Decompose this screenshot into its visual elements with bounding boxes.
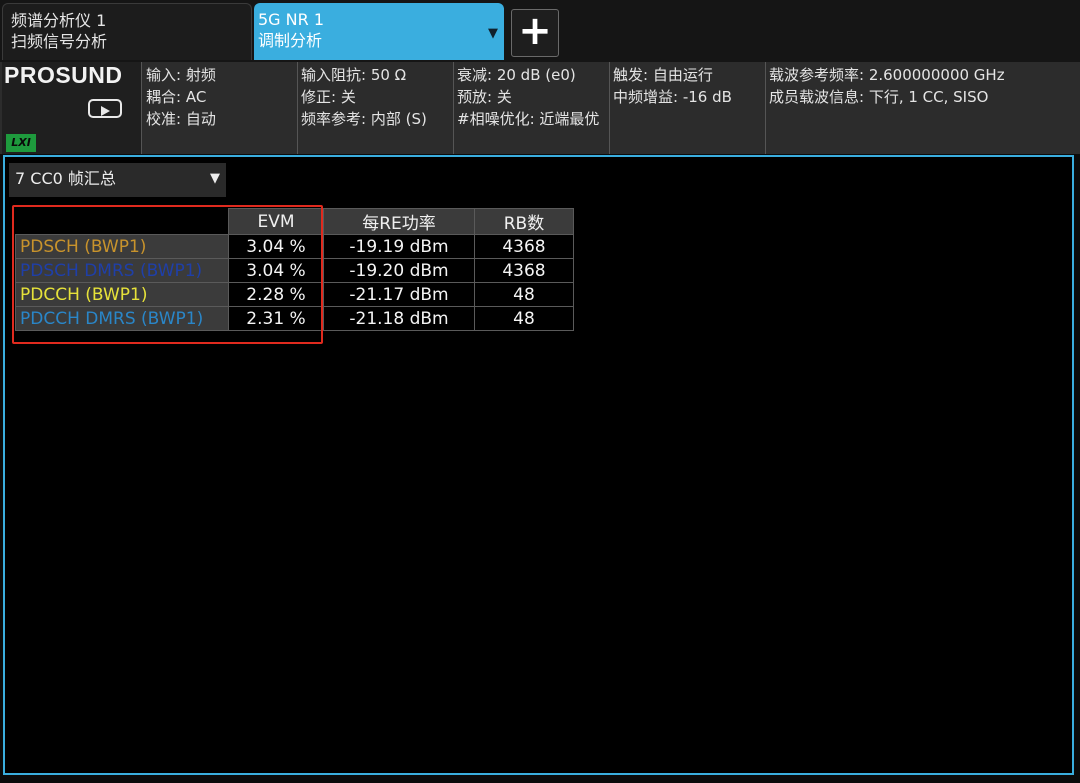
settings-panel: PROSUND LXI 输入: 射频 耦合: AC 校准: 自动 输入阻抗: 5…	[0, 62, 1080, 154]
table-row[interactable]: PDSCH DMRS (BWP1) 3.04 % -19.20 dBm 4368	[15, 258, 574, 283]
header-rb-count: RB数	[474, 208, 574, 235]
rb-count-cell: 48	[474, 306, 574, 331]
table-header-row: EVM 每RE功率 RB数	[15, 208, 574, 235]
setting-coupling: 耦合: AC	[146, 88, 207, 106]
evm-cell: 2.31 %	[228, 306, 324, 331]
setting-calibration: 校准: 自动	[146, 110, 216, 128]
setting-freq-ref: 频率参考: 内部 (S)	[301, 110, 427, 128]
tab-title: 5G NR 1	[258, 10, 325, 29]
channel-name-cell: PDSCH (BWP1)	[15, 234, 229, 259]
setting-input: 输入: 射频	[146, 66, 216, 84]
setting-attenuation: 衰减: 20 dB (e0)	[457, 66, 576, 84]
power-per-re-cell: -21.17 dBm	[323, 282, 475, 307]
settings-column-impedance[interactable]: 输入阻抗: 50 Ω 修正: 关 频率参考: 内部 (S)	[298, 62, 454, 154]
settings-column-input[interactable]: 输入: 射频 耦合: AC 校准: 自动	[143, 62, 298, 154]
tab-title: 频谱分析仪 1	[11, 11, 107, 30]
tab-5g-nr[interactable]: 5G NR 1 调制分析 ▼	[254, 3, 504, 60]
header-evm: EVM	[228, 208, 324, 235]
table-row[interactable]: PDCCH (BWP1) 2.28 % -21.17 dBm 48	[15, 282, 574, 307]
header-blank	[15, 208, 229, 235]
evm-cell: 3.04 %	[228, 234, 324, 259]
rb-count-cell: 4368	[474, 258, 574, 283]
setting-impedance: 输入阻抗: 50 Ω	[301, 66, 407, 84]
setting-carrier-ref-freq: 载波参考频率: 2.600000000 GHz	[769, 66, 1005, 84]
frame-summary-table: EVM 每RE功率 RB数 PDSCH (BWP1) 3.04 % -19.19 d…	[15, 208, 574, 331]
tab-subtitle: 扫频信号分析	[11, 32, 108, 51]
table-row[interactable]: PDCCH DMRS (BWP1) 2.31 % -21.18 dBm 48	[15, 306, 574, 331]
power-per-re-cell: -19.20 dBm	[323, 258, 475, 283]
channel-name-cell: PDCCH DMRS (BWP1)	[15, 306, 229, 331]
settings-column-trigger[interactable]: 触发: 自由运行 中频增益: -16 dB	[610, 62, 766, 154]
chevron-down-icon[interactable]: ▼	[488, 23, 498, 44]
settings-column-carrier[interactable]: 载波参考频率: 2.600000000 GHz 成员载波信息: 下行, 1 CC…	[766, 62, 1080, 154]
settings-column-attenuation[interactable]: 衰减: 20 dB (e0) 预放: 关 #相噪优化: 近端最优	[454, 62, 610, 154]
setting-phase-noise: #相噪优化: 近端最优	[457, 110, 600, 128]
tab-spectrum-analyzer[interactable]: 频谱分析仪 1 扫频信号分析	[2, 3, 252, 60]
setting-component-carrier: 成员载波信息: 下行, 1 CC, SISO	[769, 88, 989, 106]
header-power-per-re: 每RE功率	[323, 208, 475, 235]
chevron-down-icon: ▼	[210, 171, 220, 186]
channel-name-cell: PDSCH DMRS (BWP1)	[15, 258, 229, 283]
setting-correction: 修正: 关	[301, 88, 356, 106]
brand-area: PROSUND LXI	[2, 62, 142, 154]
table-row[interactable]: PDSCH (BWP1) 3.04 % -19.19 dBm 4368	[15, 234, 574, 259]
add-tab-button[interactable]: +	[511, 9, 559, 57]
lxi-badge: LXI	[6, 134, 36, 152]
setting-trigger: 触发: 自由运行	[613, 66, 713, 84]
setting-preamp: 预放: 关	[457, 88, 512, 106]
power-per-re-cell: -21.18 dBm	[323, 306, 475, 331]
tab-subtitle: 调制分析	[258, 31, 323, 50]
results-window[interactable]: 7 CC0 帧汇总 ▼ EVM 每RE功率 RB数 PDSCH (BWP1) 3.…	[3, 155, 1074, 775]
tab-bar: 频谱分析仪 1 扫频信号分析 5G NR 1 调制分析 ▼ +	[0, 0, 1080, 62]
power-per-re-cell: -19.19 dBm	[323, 234, 475, 259]
channel-name-cell: PDCCH (BWP1)	[15, 282, 229, 307]
evm-cell: 2.28 %	[228, 282, 324, 307]
view-select-value: 7 CC0 帧汇总	[15, 169, 116, 188]
setting-if-gain: 中频增益: -16 dB	[613, 88, 732, 106]
brand-logo: PROSUND	[4, 62, 123, 88]
remote-display-icon[interactable]	[86, 98, 126, 124]
rb-count-cell: 4368	[474, 234, 574, 259]
view-select[interactable]: 7 CC0 帧汇总 ▼	[9, 163, 226, 197]
evm-cell: 3.04 %	[228, 258, 324, 283]
rb-count-cell: 48	[474, 282, 574, 307]
